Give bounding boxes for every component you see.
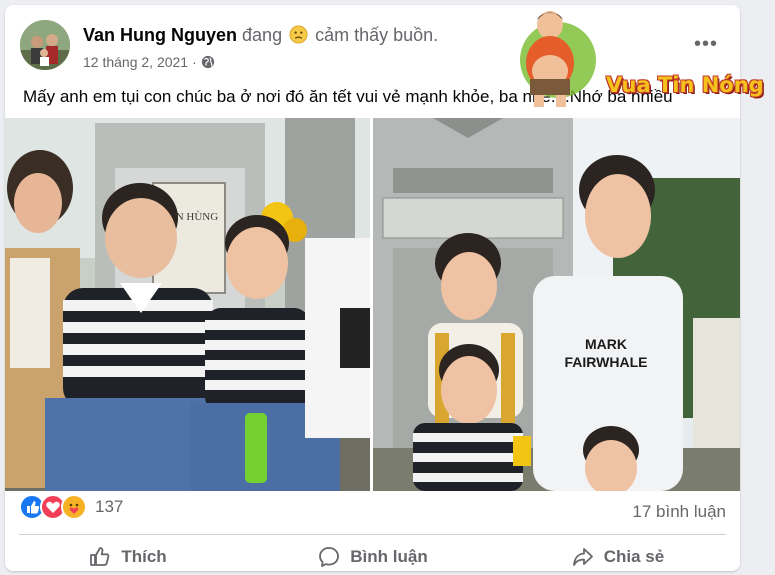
post-date[interactable]: 12 tháng 2, 2021 — [83, 54, 188, 70]
sad-face-icon — [289, 25, 308, 44]
reaction-summary[interactable]: 137 — [19, 494, 123, 520]
share-arrow-icon — [572, 548, 593, 566]
feeling-text: cảm thấy buồn. — [315, 25, 439, 45]
watermark: Vua Tin Nóng — [510, 5, 770, 115]
care-icon — [61, 494, 87, 520]
post-header: Van Hung Nguyen đang cảm thấy buồn. — [83, 25, 438, 46]
shirt-text-line1: MARK — [585, 336, 627, 352]
watermark-text: Vua Tin Nóng — [606, 73, 764, 97]
photo-2[interactable]: MARK FAIRWHALE — [373, 118, 740, 491]
comment-label: Bình luận — [350, 547, 428, 566]
feeling-prefix: đang — [242, 25, 283, 45]
comment-button[interactable]: Bình luận — [250, 539, 495, 575]
action-bar: Thích Bình luận Chia sẻ — [5, 539, 740, 575]
like-label: Thích — [121, 547, 167, 566]
reaction-count: 137 — [95, 497, 124, 516]
like-button[interactable]: Thích — [5, 539, 250, 575]
author-avatar[interactable] — [20, 20, 70, 70]
author-name[interactable]: Van Hung Nguyen — [83, 25, 237, 45]
photo-grid: VĂN HÙNG MARK FAIRWHALE — [5, 118, 740, 491]
thumbs-up-icon — [90, 547, 110, 566]
comment-count[interactable]: 17 bình luận — [632, 502, 726, 522]
share-button[interactable]: Chia sẻ — [495, 539, 740, 575]
globe-icon — [201, 55, 214, 69]
divider — [19, 534, 726, 535]
photo-1[interactable]: VĂN HÙNG — [5, 118, 370, 491]
speech-bubble-icon — [319, 547, 340, 567]
cartoon-man-logo — [520, 11, 596, 107]
post-meta: 12 tháng 2, 2021 · — [83, 54, 215, 70]
share-label: Chia sẻ — [603, 547, 665, 566]
date-separator: · — [192, 54, 197, 70]
shirt-text-line2: FAIRWHALE — [565, 354, 648, 370]
